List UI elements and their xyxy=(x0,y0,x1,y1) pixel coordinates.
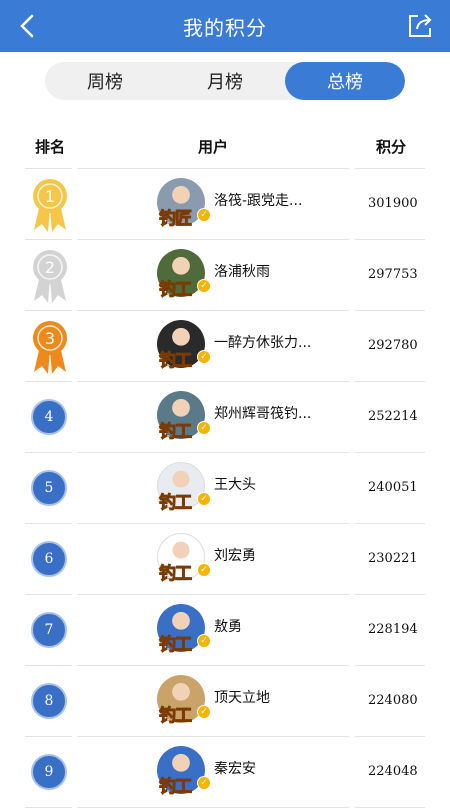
verified-check-icon: ✓ xyxy=(197,350,211,364)
user-name: 一醉方休张力... xyxy=(214,335,312,351)
verified-check-icon: ✓ xyxy=(197,705,211,719)
level-badge: 钓工 xyxy=(159,777,193,798)
medal-icon: 2 xyxy=(33,250,67,303)
rank-number: 6 xyxy=(31,541,67,577)
user-name: 洛浦秋雨 xyxy=(214,264,270,280)
tab-weekly[interactable]: 周榜 xyxy=(45,62,165,100)
rank-number: 3 xyxy=(45,329,55,348)
level-badge: 钓工 xyxy=(159,564,193,585)
level-badge: 钓工 xyxy=(159,493,193,514)
level-badge: 钓工 xyxy=(159,351,193,372)
avatar[interactable]: 钓工 ✓ xyxy=(157,675,211,727)
verified-check-icon: ✓ xyxy=(197,492,211,506)
user-name: 秦宏安 xyxy=(214,761,256,777)
user-score: 240051 xyxy=(368,480,418,495)
rank-number: 9 xyxy=(31,754,67,790)
user-name: 敖勇 xyxy=(214,619,242,635)
avatar[interactable]: 钓匠 ✓ xyxy=(157,178,211,230)
avatar[interactable]: 钓工 ✓ xyxy=(157,462,211,514)
rank-number: 8 xyxy=(31,683,67,719)
user-score: 252214 xyxy=(368,409,418,424)
rank-number: 1 xyxy=(45,187,55,206)
verified-check-icon: ✓ xyxy=(197,279,211,293)
user-name: 顶天立地 xyxy=(214,690,270,706)
user-name: 王大头 xyxy=(214,477,256,493)
table-row[interactable]: 7 钓工 ✓ 敖勇 228194 xyxy=(0,594,450,665)
user-score: 292780 xyxy=(368,338,418,353)
table-row[interactable]: 2 钓工 ✓ 洛浦秋雨 297753 xyxy=(0,239,450,310)
user-name: 郑州辉哥筏钓... xyxy=(214,406,312,422)
table-row[interactable]: 9 钓工 ✓ 秦宏安 224048 xyxy=(0,736,450,807)
avatar[interactable]: 钓工 ✓ xyxy=(157,604,211,656)
user-name: 刘宏勇 xyxy=(214,548,256,564)
verified-check-icon: ✓ xyxy=(197,421,211,435)
page-title: 我的积分 xyxy=(183,15,267,40)
verified-check-icon: ✓ xyxy=(197,208,211,222)
user-name: 洛筏-跟党走... xyxy=(214,193,303,209)
table-header: 排名 用户 积分 xyxy=(0,126,450,168)
column-score: 积分 xyxy=(376,138,407,156)
avatar[interactable]: 钓工 ✓ xyxy=(157,249,211,301)
level-badge: 钓工 xyxy=(159,635,193,656)
tab-total[interactable]: 总榜 xyxy=(285,62,405,100)
user-score: 224048 xyxy=(368,764,418,779)
verified-check-icon: ✓ xyxy=(197,563,211,577)
table-row[interactable]: 5 钓工 ✓ 王大头 240051 xyxy=(0,452,450,523)
rank-number: 4 xyxy=(31,399,67,435)
level-badge: 钓工 xyxy=(159,706,193,727)
avatar[interactable]: 钓工 ✓ xyxy=(157,320,211,372)
avatar[interactable]: 钓工 ✓ xyxy=(157,533,211,585)
medal-icon: 3 xyxy=(33,321,67,374)
column-rank: 排名 xyxy=(35,138,66,156)
avatar[interactable]: 钓工 ✓ xyxy=(157,746,211,798)
app-header: 我的积分 xyxy=(0,0,450,52)
level-badge: 钓匠 xyxy=(159,209,193,230)
medal-icon: 1 xyxy=(33,179,67,232)
level-badge: 钓工 xyxy=(159,280,193,301)
verified-check-icon: ✓ xyxy=(197,634,211,648)
column-user: 用户 xyxy=(198,138,229,156)
table-row[interactable]: 6 钓工 ✓ 刘宏勇 230221 xyxy=(0,523,450,594)
level-badge: 钓工 xyxy=(159,422,193,443)
chevron-left-icon[interactable] xyxy=(12,10,44,42)
user-score: 228194 xyxy=(368,622,418,637)
table-row[interactable]: 4 钓工 ✓ 郑州辉哥筏钓... 252214 xyxy=(0,381,450,452)
rank-number: 7 xyxy=(31,612,67,648)
user-score: 224080 xyxy=(368,693,418,708)
user-score: 230221 xyxy=(368,551,418,566)
table-row[interactable]: 3 钓工 ✓ 一醉方休张力... 292780 xyxy=(0,310,450,381)
verified-check-icon: ✓ xyxy=(197,776,211,790)
rank-number: 2 xyxy=(45,258,55,277)
rank-number: 5 xyxy=(31,470,67,506)
table-row[interactable]: 1 钓匠 ✓ 洛筏-跟党走... 301900 xyxy=(0,168,450,239)
share-icon[interactable] xyxy=(406,12,434,40)
ranking-tabs: 周榜 月榜 总榜 xyxy=(45,62,405,100)
user-score: 297753 xyxy=(368,267,418,282)
user-score: 301900 xyxy=(368,196,418,211)
tab-monthly[interactable]: 月榜 xyxy=(165,62,285,100)
avatar[interactable]: 钓工 ✓ xyxy=(157,391,211,443)
table-row[interactable]: 8 钓工 ✓ 顶天立地 224080 xyxy=(0,665,450,736)
